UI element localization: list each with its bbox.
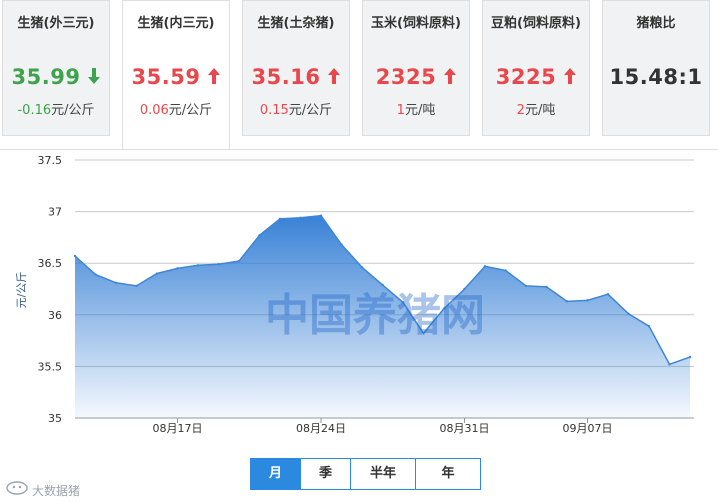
data-point (565, 300, 569, 303)
data-point (627, 312, 630, 315)
y-tick-label: 35 (48, 412, 62, 425)
data-point (504, 269, 507, 272)
tab-pig-internal[interactable]: 生猪(内三元) 35.59 0.06元/公斤 (122, 0, 230, 150)
arrow-up-icon (208, 68, 221, 84)
range-year-button[interactable]: 年 (416, 459, 480, 489)
x-tick-label: 09月07日 (563, 422, 613, 435)
data-point (381, 283, 384, 287)
y-tick-label: 37.5 (38, 154, 63, 167)
range-selector: 月 季 半年 年 (250, 458, 481, 490)
data-point (606, 292, 610, 296)
tab-price: 35.99 (3, 65, 109, 89)
tab-name: 生猪(土杂猪) (257, 16, 335, 31)
data-point (278, 217, 282, 221)
tab-name: 生猪(外三元) (17, 16, 95, 31)
tab-soybean-meal[interactable]: 豆粕(饲料原料) 3225 2元/吨 (482, 0, 590, 136)
range-quarter-button[interactable]: 季 (301, 459, 351, 489)
data-point (196, 264, 200, 267)
data-point (299, 216, 302, 219)
data-point (176, 267, 179, 270)
y-tick-label: 35.5 (38, 360, 63, 373)
tab-pig-external[interactable]: 生猪(外三元) 35.99 -0.16元/公斤 (2, 0, 110, 136)
arrow-up-icon (328, 68, 341, 84)
chart-panel: 35 35.5 36 36.5 37 37.5 中国养猪网 元/公斤 08月17日 08月2… (0, 149, 718, 503)
x-tick-label: 08月17日 (153, 422, 203, 435)
tab-name: 豆粕(饲料原料) (491, 16, 581, 31)
data-point (545, 285, 548, 289)
tab-name: 猪粮比 (636, 16, 676, 31)
brand-logo-icon (6, 481, 28, 495)
tab-price: 3225 (483, 65, 589, 89)
range-month-button[interactable]: 月 (251, 459, 301, 489)
arrow-up-icon (564, 68, 577, 84)
price-tabs: 生猪(外三元) 35.99 -0.16元/公斤 生猪(内三元) 35.59 0.… (0, 0, 718, 150)
arrow-up-icon (444, 68, 457, 84)
data-point (94, 273, 97, 276)
tab-name: 玉米(饲料原料) (371, 16, 461, 31)
data-point (647, 324, 651, 328)
tab-pig-local[interactable]: 生猪(土杂猪) 35.16 0.15元/公斤 (242, 0, 350, 136)
watermark: 中国养猪网 (265, 290, 485, 341)
y-tick-label: 36 (48, 309, 62, 322)
tab-corn[interactable]: 玉米(饲料原料) 2325 1元/吨 (362, 0, 470, 136)
tab-change: -0.16元/公斤 (17, 103, 95, 118)
data-point (524, 284, 528, 288)
data-point (217, 263, 220, 266)
data-point (155, 272, 159, 275)
tab-pig-grain-ratio[interactable]: 猪粮比 15.48:1 (602, 0, 710, 136)
arrow-down-icon (88, 68, 101, 84)
brand-mark: 大数据猪 (6, 481, 80, 499)
data-point (73, 254, 77, 258)
data-point (114, 281, 118, 285)
data-point (688, 355, 692, 359)
price-chart: 35 35.5 36 36.5 37 37.5 中国养猪网 元/公斤 08月17日 08月2… (15, 154, 694, 435)
data-point (586, 299, 589, 302)
data-point (319, 214, 323, 217)
x-tick-label: 08月24日 (296, 422, 346, 435)
data-point (237, 259, 241, 263)
data-point (668, 363, 671, 366)
y-tick-label: 36.5 (38, 257, 63, 270)
y-tick-label: 37 (48, 206, 62, 219)
brand-text: 大数据猪 (32, 484, 81, 498)
tab-price: 2325 (363, 65, 469, 89)
data-point (483, 265, 487, 268)
tab-change: 0.06元/公斤 (139, 103, 213, 118)
tab-price: 35.59 (123, 65, 229, 89)
x-tick-label: 08月31日 (440, 422, 490, 435)
y-axis-title: 元/公斤 (15, 272, 28, 309)
data-point (258, 234, 261, 237)
tab-change: 1元/吨 (396, 103, 436, 118)
data-point (340, 243, 343, 246)
tab-name: 生猪(内三元) (137, 16, 215, 31)
range-halfyear-button[interactable]: 半年 (351, 459, 416, 489)
data-point (135, 284, 138, 288)
tab-change: 2元/吨 (516, 103, 556, 118)
tab-change: 0.15元/公斤 (259, 103, 333, 118)
tab-price: 15.48:1 (609, 65, 703, 89)
tab-price: 35.16 (243, 65, 349, 89)
data-point (360, 266, 364, 269)
